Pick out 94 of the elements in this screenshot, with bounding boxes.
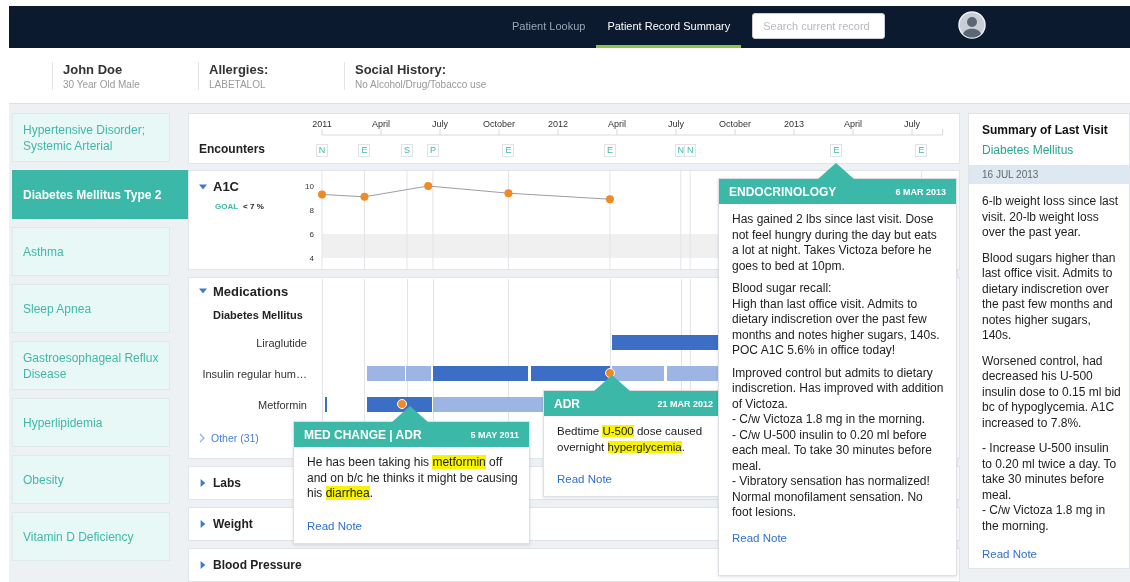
summary-text: Worsened control, had decreased his U-500 insulin dose to 0.15 ml bid bc of hypoglycemia. A1C increased to 7.8%. bbox=[981, 353, 1122, 431]
encounter-marker[interactable]: N bbox=[684, 144, 697, 157]
medication-name: Insulin regular hum… bbox=[202, 367, 307, 380]
axis-label: 2013 bbox=[784, 119, 804, 129]
section-title: Blood Pressure bbox=[213, 558, 302, 573]
condition-item[interactable]: Sleep Apnea bbox=[12, 284, 170, 333]
patient-field-label: Social History: bbox=[355, 62, 448, 77]
caret-icon[interactable] bbox=[199, 520, 207, 529]
encounter-marker[interactable]: E bbox=[502, 144, 515, 157]
section-title: A1C bbox=[213, 179, 239, 194]
data-point[interactable] bbox=[605, 195, 614, 204]
read-note-link[interactable]: Read Note bbox=[557, 473, 612, 485]
medication-group-label: Diabetes Mellitus bbox=[212, 309, 303, 321]
search-field[interactable]: Search current record bbox=[752, 13, 886, 39]
y-axis-label: 10 bbox=[305, 182, 314, 191]
user-avatar-icon[interactable] bbox=[958, 11, 987, 39]
axis-label: July bbox=[432, 119, 448, 129]
encounter-marker[interactable]: E bbox=[358, 144, 371, 157]
caret-icon[interactable] bbox=[199, 479, 207, 488]
data-point[interactable] bbox=[318, 190, 326, 199]
read-note-link[interactable]: Read Note bbox=[982, 548, 1037, 560]
medication-bar[interactable] bbox=[432, 366, 529, 381]
encounters-label: Encounters bbox=[199, 142, 265, 156]
axis-label: July bbox=[668, 119, 684, 129]
axis-label: 2011 bbox=[312, 119, 332, 129]
event-dot[interactable] bbox=[397, 399, 408, 409]
other-medications-link[interactable]: Other (31) bbox=[199, 432, 259, 444]
summary-text: Blood sugars higher than last office visit. Admits to dietary indiscretion over the past few months and notes higher sugars, 140s. bbox=[981, 250, 1117, 344]
caret-icon[interactable] bbox=[199, 182, 207, 191]
read-note-link[interactable]: Read Note bbox=[307, 519, 362, 532]
note-text: Bedtime U-500 dose caused overnight hyperglycemia. bbox=[557, 424, 704, 455]
axis-label: October bbox=[719, 119, 751, 129]
y-axis-label: 6 bbox=[309, 230, 314, 240]
data-point[interactable] bbox=[504, 189, 513, 198]
note-title: MED CHANGE | ADR bbox=[304, 427, 422, 442]
encounter-marker[interactable]: S bbox=[400, 144, 413, 157]
medication-bar[interactable] bbox=[530, 366, 610, 381]
chevron-right-icon bbox=[199, 433, 205, 443]
note-date: 5 MAY 2011 bbox=[470, 429, 519, 440]
axis-label: July bbox=[904, 119, 920, 129]
goal-label: GOAL bbox=[215, 202, 239, 211]
y-axis-label: 4 bbox=[309, 254, 314, 264]
condition-item[interactable]: Asthma bbox=[12, 227, 170, 276]
summary-text: 6-lb weight loss since last visit. 20-lb weight loss over the past year. bbox=[981, 194, 1120, 241]
section-title: Labs bbox=[213, 476, 241, 491]
condition-item[interactable]: Vitamin D Deficiency bbox=[12, 512, 170, 561]
note-date: 6 MAR 2013 bbox=[895, 186, 946, 197]
patient-field-value: 30 Year Old Male bbox=[63, 79, 141, 90]
medication-bar[interactable] bbox=[324, 397, 327, 412]
axis-label: April bbox=[844, 119, 862, 129]
nav-tab[interactable]: Patient Record Summary bbox=[596, 6, 742, 48]
note-text: Improved control but admits to dietary indiscretion. Has improved with addition of Victoza. - C/w Victoza 1.8 mg in the morning. - C/w U-500 insulin to 0.20 ml before each meal. To take 30 minutes before meal. - Vibratory sensation has normalized! Normal monofilament sensation. No foot lesions. bbox=[732, 365, 945, 521]
summary-date: 16 JUL 2013 bbox=[969, 165, 1129, 184]
note-text: Has gained 2 lbs since last visit. Dose not feel hungry during the day but eats a lot at night. Takes Victoza before he goes to bed at 10pm. bbox=[732, 212, 938, 274]
read-note-link[interactable]: Read Note bbox=[732, 531, 787, 544]
summary-condition: Diabetes Mellitus bbox=[981, 142, 1075, 157]
medication-bar[interactable] bbox=[366, 397, 432, 412]
encounter-marker[interactable]: E bbox=[915, 144, 928, 157]
encounter-marker[interactable]: E bbox=[830, 144, 843, 157]
patient-field-label: Allergies: bbox=[209, 62, 270, 77]
condition-item[interactable]: Gastroesophageal Reflux Disease bbox=[12, 341, 170, 390]
caret-icon[interactable] bbox=[199, 561, 207, 570]
medication-name: Liraglutide bbox=[256, 336, 307, 349]
nav-tab[interactable]: Patient Lookup bbox=[501, 6, 597, 48]
axis-label: October bbox=[483, 119, 515, 129]
condition-item[interactable]: Diabetes Mellitus Type 2 bbox=[12, 170, 188, 219]
note-text: Blood sugar recall: High than last office visit. Admits to dietary indiscretion over the past few months and notes higher sugars, 140s. POC A1C 5.6% in office today! bbox=[732, 281, 941, 359]
section-title: Medications bbox=[213, 283, 289, 299]
caret-icon[interactable] bbox=[199, 287, 207, 295]
encounter-marker[interactable]: E bbox=[603, 144, 616, 157]
note-title: ADR bbox=[554, 396, 580, 411]
summary-title: Summary of Last Visit bbox=[981, 123, 1109, 137]
axis-label: April bbox=[372, 119, 390, 129]
patient-field-label: John Doe bbox=[63, 62, 124, 77]
encounter-marker[interactable]: N bbox=[316, 144, 328, 157]
summary-text: - Increase U-500 insulin to 0.20 ml twice a day. To take 30 minutes before meal. - C/w Victoza 1.8 mg in the morning. bbox=[981, 441, 1118, 534]
medication-name: Metformin bbox=[258, 398, 307, 411]
condition-item[interactable]: Hyperlipidemia bbox=[12, 398, 170, 447]
goal-value: < 7 % bbox=[243, 202, 264, 211]
section-title: Weight bbox=[213, 517, 253, 532]
note-title: ENDOCRINOLOGY bbox=[729, 184, 837, 199]
note-date: 21 MAR 2012 bbox=[657, 398, 713, 409]
axis-label: April bbox=[608, 119, 626, 129]
y-axis-label: 8 bbox=[309, 206, 314, 215]
data-point[interactable] bbox=[360, 192, 369, 201]
patient-field-value: LABETALOL bbox=[209, 79, 267, 90]
medication-bar[interactable] bbox=[612, 366, 665, 381]
note-text: He has been taking his metformin off and on b/c he thinks it might be causing his diarrhea. bbox=[307, 455, 519, 502]
axis-label: 2012 bbox=[548, 119, 568, 129]
patient-field-value: No Alcohol/Drug/Tobacco use bbox=[355, 79, 487, 90]
data-point[interactable] bbox=[424, 182, 433, 190]
condition-item[interactable]: Obesity bbox=[12, 455, 170, 504]
encounter-marker[interactable]: P bbox=[426, 144, 439, 157]
condition-item[interactable]: Hypertensive Disorder; Systemic Arterial bbox=[12, 113, 170, 162]
